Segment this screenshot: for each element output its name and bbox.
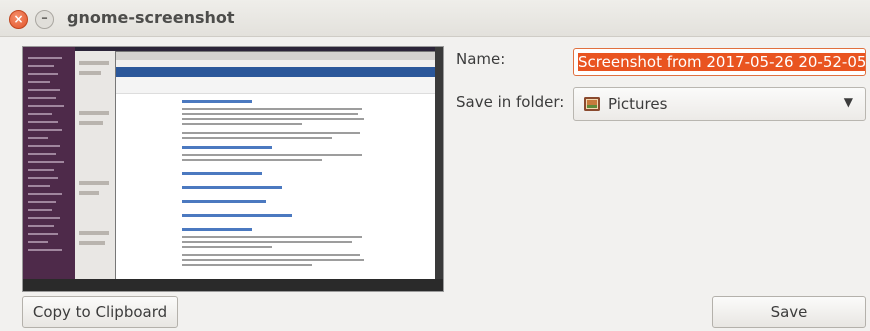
close-icon: ×	[13, 12, 24, 26]
preview-browser-window	[115, 51, 437, 285]
filename-selected-text: Screenshot from 2017-05-26 20-52-05.p	[578, 53, 865, 71]
screenshot-preview	[22, 46, 444, 292]
minimize-icon: –	[41, 11, 48, 26]
save-folder-label: Save in folder:	[456, 93, 565, 111]
save-folder-value: Pictures	[608, 95, 668, 113]
pictures-folder-icon	[584, 97, 600, 111]
minimize-button[interactable]: –	[35, 10, 54, 29]
preview-chat-panel	[75, 51, 115, 291]
save-folder-dropdown[interactable]: Pictures ▼	[573, 87, 866, 121]
title-bar: × – gnome-screenshot	[0, 0, 870, 37]
filename-input[interactable]: Screenshot from 2017-05-26 20-52-05.p	[573, 48, 866, 76]
chevron-down-icon: ▼	[843, 95, 853, 109]
preview-document-page	[176, 94, 376, 284]
screenshot-dialog: × – gnome-screenshot Name: Screenshot fr…	[0, 0, 870, 331]
close-button[interactable]: ×	[9, 10, 28, 29]
window-title: gnome-screenshot	[67, 8, 235, 27]
copy-to-clipboard-button[interactable]: Copy to Clipboard	[22, 296, 178, 328]
name-label: Name:	[456, 50, 506, 68]
preview-sidebar	[23, 47, 75, 291]
save-button[interactable]: Save	[712, 296, 866, 328]
